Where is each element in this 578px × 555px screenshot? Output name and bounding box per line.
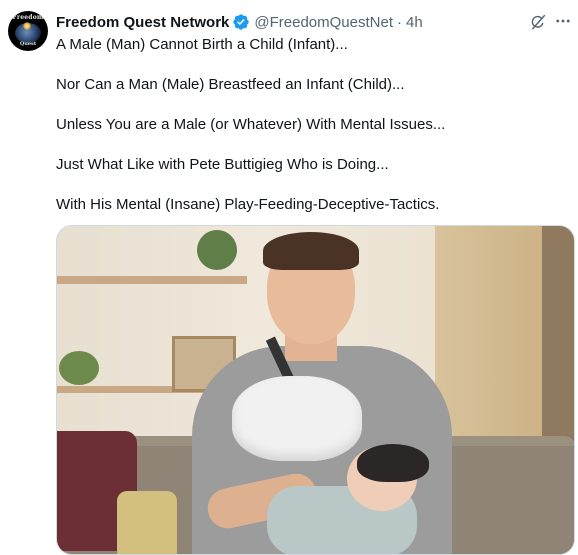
author-display-name[interactable]: Freedom Quest Network (56, 14, 229, 31)
tweet-text-line: Nor Can a Man (Male) Breastfeed an Infan… (56, 76, 405, 93)
avatar-logo-text-top: Freedom (12, 14, 44, 21)
more-options-icon[interactable] (554, 12, 572, 30)
tweet-text-line: A Male (Man) Cannot Birth a Child (Infan… (56, 36, 348, 53)
grok-icon[interactable] (529, 13, 547, 31)
image-pillow (117, 491, 177, 554)
image-plant (197, 230, 237, 270)
tweet-text-line: With His Mental (Insane) Play-Feeding-De… (56, 196, 440, 213)
image-chest-device (232, 376, 362, 461)
tweet: Freedom Quest Freedom Quest Network @Fre… (0, 0, 578, 555)
image-baby-hair (357, 444, 429, 482)
sun-flare-icon (23, 22, 31, 30)
image-plant (59, 351, 99, 385)
image-shelf (57, 276, 247, 284)
separator-dot: · (397, 13, 402, 31)
author-avatar[interactable]: Freedom Quest (8, 11, 48, 51)
image-person-hair (263, 232, 359, 270)
tweet-media-image[interactable] (56, 225, 575, 555)
tweet-text-line: Just What Like with Pete Buttigieg Who i… (56, 156, 389, 173)
tweet-header: Freedom Quest Network @FreedomQuestNet ·… (56, 12, 423, 32)
avatar-logo-text-bottom: Quest (19, 41, 37, 47)
author-handle[interactable]: @FreedomQuestNet (254, 14, 393, 31)
verified-badge-icon (233, 14, 250, 30)
tweet-timestamp[interactable]: 4h (406, 14, 423, 31)
tweet-text-line: Unless You are a Male (or Whatever) With… (56, 116, 446, 133)
